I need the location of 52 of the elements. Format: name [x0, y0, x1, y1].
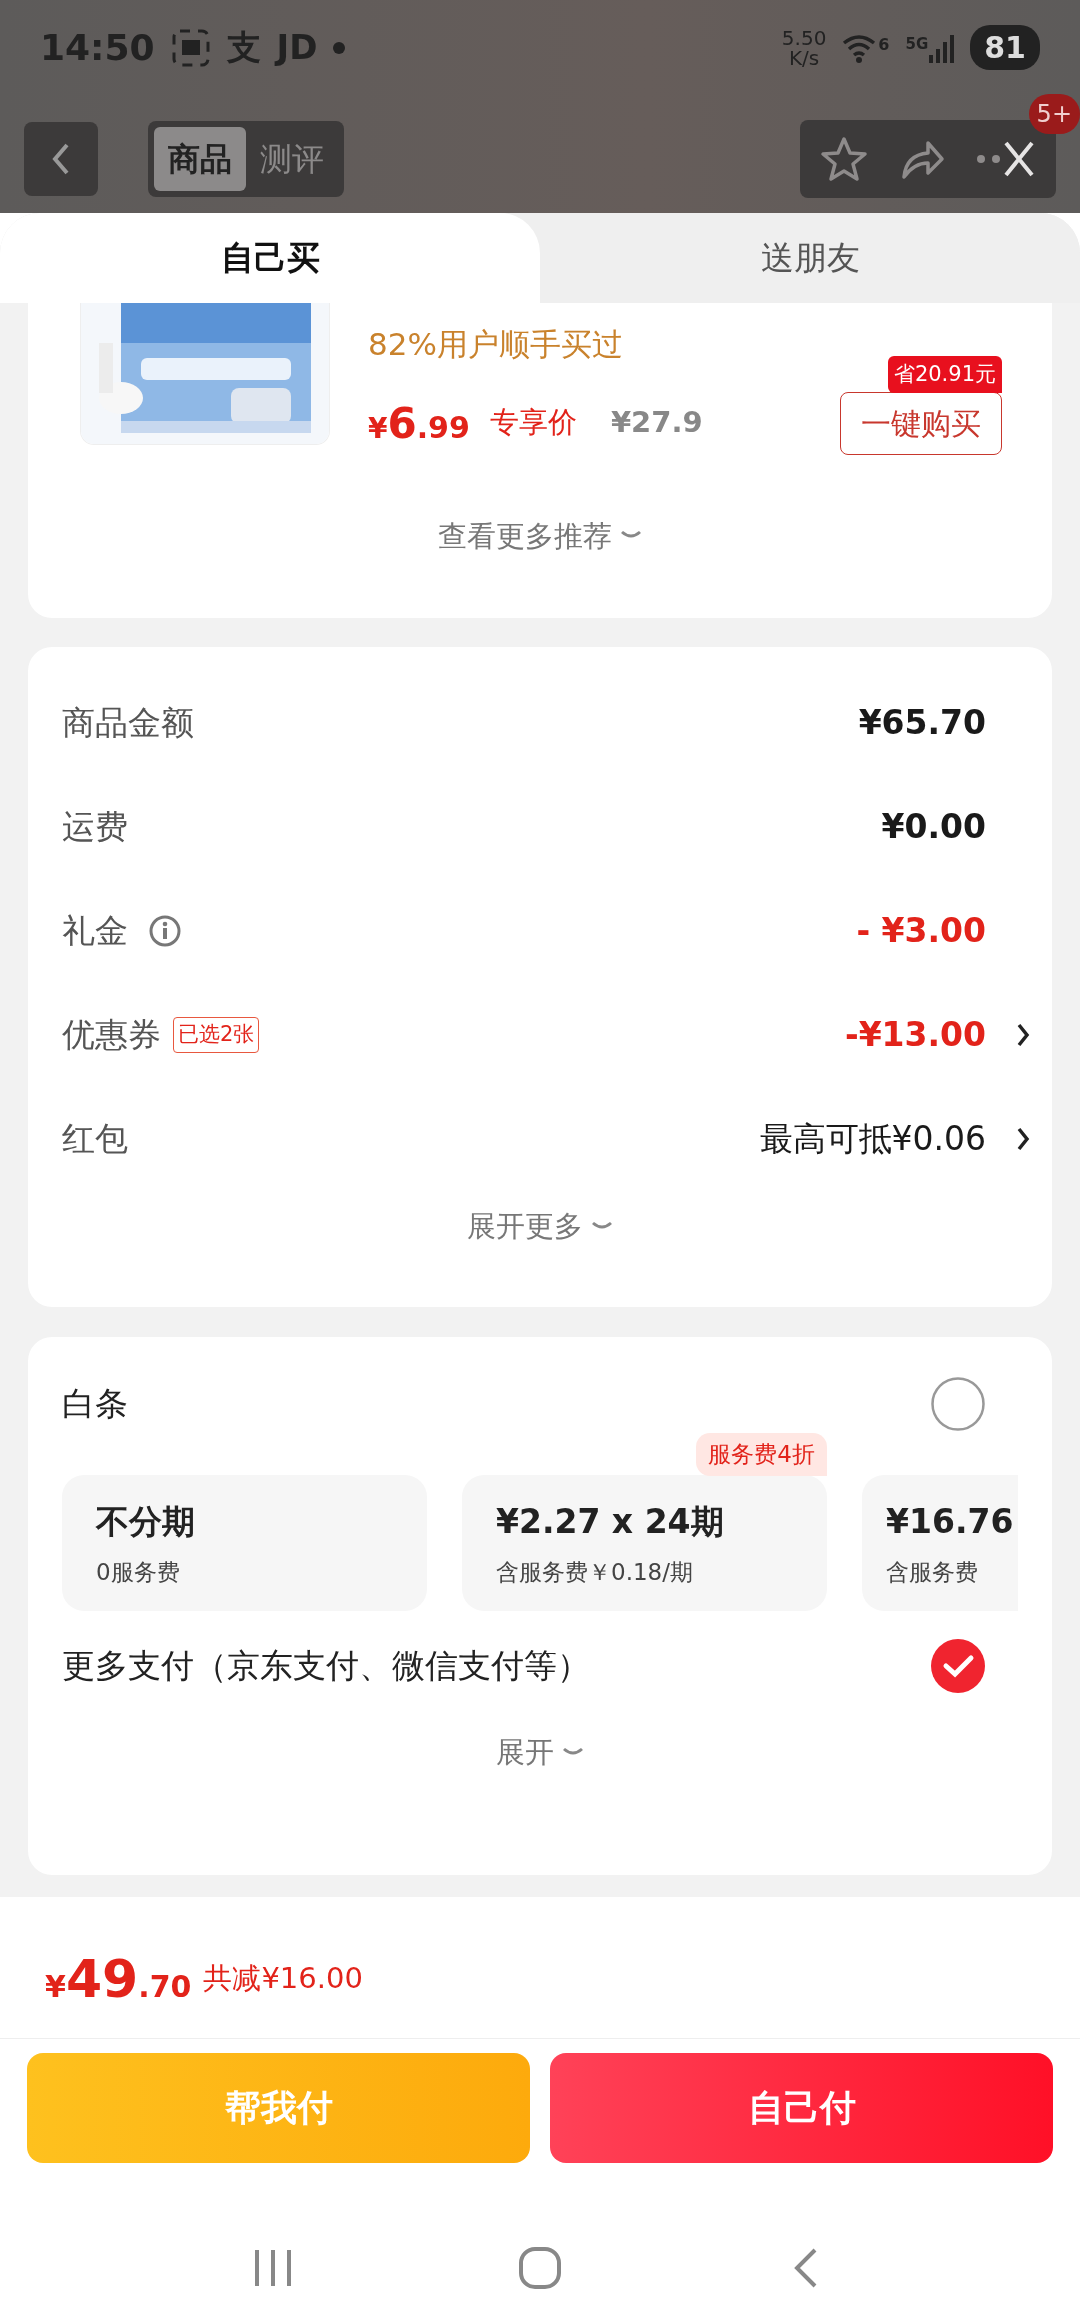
payment-label: 更多支付（京东支付、微信支付等） [62, 1645, 590, 1688]
payment-label: 白条 [62, 1383, 128, 1426]
battery-indicator: 81 [970, 25, 1040, 70]
original-price: ¥27.9 [610, 404, 703, 442]
price-text: ¥6.99 [368, 397, 470, 450]
summary-value: - ¥3.00 [856, 910, 986, 953]
notification-badge: 5+ [1028, 94, 1080, 134]
wifi-label: 6 [878, 33, 890, 56]
savings-badge: 省20.91元 [887, 355, 1002, 393]
total-price: ¥49.70 [45, 1947, 192, 2011]
status-time: 14:50 [40, 25, 155, 70]
header-tab[interactable]: 测评 [246, 127, 338, 191]
star-icon[interactable] [820, 135, 868, 183]
installment-option[interactable]: 不分期 0服务费 [62, 1475, 427, 1611]
purchase-tab[interactable]: 自己买 [0, 213, 540, 303]
wifi-icon [842, 32, 877, 63]
social-proof-text: 82%用户顺手买过 [368, 325, 624, 364]
summary-label: 红包 [62, 1118, 128, 1161]
notification-text: JD [276, 26, 318, 69]
chevron-right-icon[interactable] [1016, 1126, 1030, 1152]
summary-label: 优惠券 [62, 1014, 161, 1057]
notification-text: 支 [226, 26, 261, 69]
buy-now-button[interactable]: 一键购买 [840, 391, 1002, 455]
header-tab[interactable]: 商品 [154, 127, 246, 191]
home-icon[interactable] [518, 2246, 562, 2290]
expand-link[interactable]: 展开 [496, 1731, 554, 1775]
dot-icon [333, 41, 346, 54]
see-more-link[interactable]: 查看更多推荐 [438, 514, 612, 558]
discount-tag: 服务费4折 [696, 1433, 827, 1476]
installment-option[interactable]: ¥16.76 含服务费 [862, 1475, 1018, 1611]
summary-label: 运费 [62, 806, 128, 849]
summary-value: ¥65.70 [858, 702, 986, 745]
pay-button[interactable]: 自己付 [550, 2053, 1053, 2163]
summary-label: 礼金 [62, 910, 128, 953]
summary-label: 商品金额 [62, 702, 194, 745]
price-label: 专享价 [489, 404, 577, 442]
summary-value: 最高可抵¥0.06 [759, 1118, 986, 1161]
summary-value: -¥13.00 [844, 1014, 986, 1057]
checked-radio[interactable] [931, 1639, 985, 1693]
expand-more-link[interactable]: 展开更多 [467, 1205, 583, 1249]
radio-button[interactable] [931, 1377, 985, 1431]
signal-icon [928, 32, 955, 63]
summary-value: ¥0.00 [881, 806, 986, 849]
screenshot-icon [170, 27, 211, 68]
back-button[interactable] [24, 122, 98, 196]
speed-unit: K/s [788, 47, 820, 68]
speed-text: 5.50 [781, 27, 827, 48]
network-label: 5G [905, 33, 929, 55]
coupon-tag: 已选2张 [173, 1017, 260, 1053]
installment-option[interactable]: ¥2.27 x 24期 含服务费￥0.18/期 [462, 1475, 827, 1611]
savings-total: 共减¥16.00 [203, 1959, 363, 1997]
chevron-right-icon[interactable] [1016, 1022, 1030, 1048]
